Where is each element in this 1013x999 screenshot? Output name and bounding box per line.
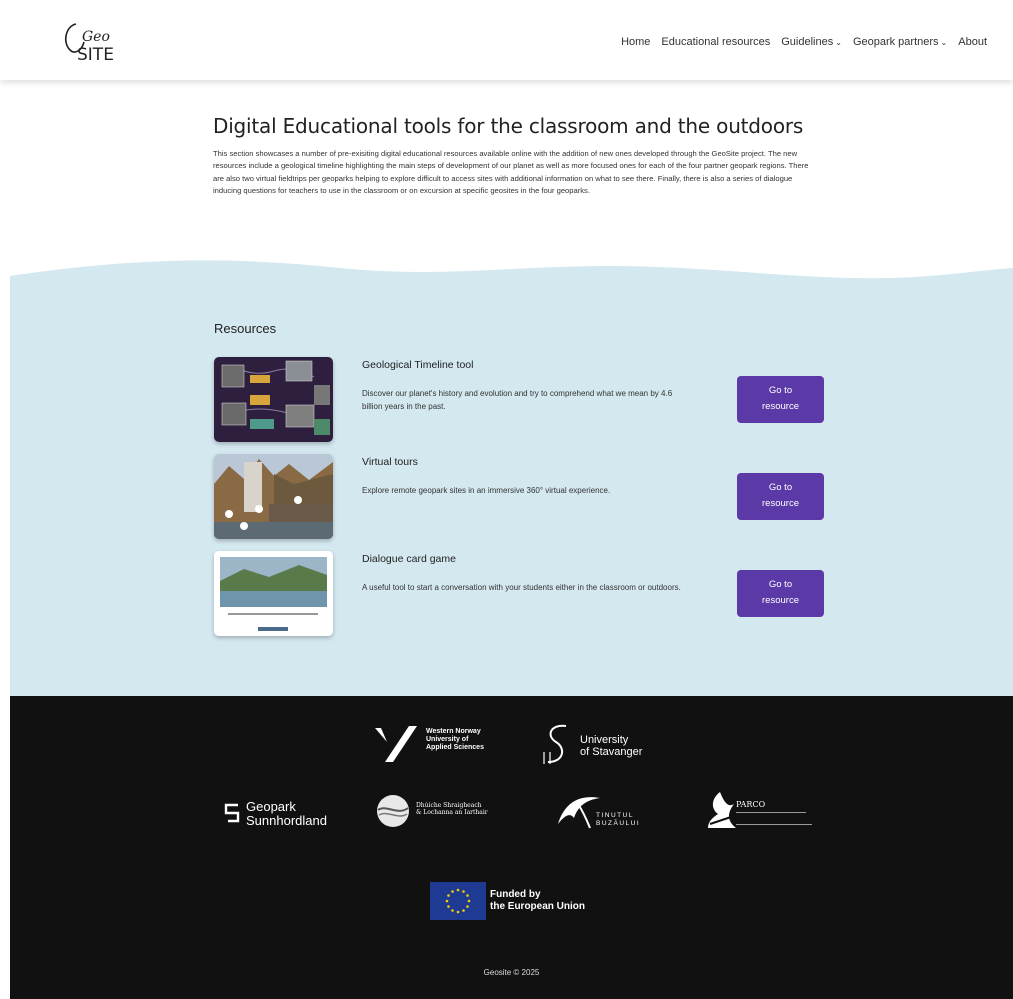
donegal-line: Dhúiche Shraigheach bbox=[416, 802, 482, 809]
nav-item-label: Geopark partners bbox=[852, 36, 939, 48]
hvl-line: University of bbox=[426, 736, 469, 743]
nav-item-label: Educational resources bbox=[661, 36, 771, 48]
buzau-line: TINUTUL bbox=[596, 812, 634, 819]
parco-nazionale-logo[interactable]: PARCO bbox=[706, 790, 816, 834]
logo-site-text: SITE bbox=[77, 45, 114, 65]
sunnhordland-line: Geopark bbox=[246, 799, 296, 814]
hvl-mark-icon bbox=[375, 726, 417, 762]
virtual-tours-thumbnail[interactable] bbox=[214, 454, 333, 539]
site-footer: Western Norway University of Applied Sci… bbox=[10, 696, 1013, 999]
nav-item-educational-resources[interactable]: Educational resources bbox=[661, 36, 770, 48]
parco-divider bbox=[736, 824, 812, 825]
buzau-line: BUZĂULUI bbox=[596, 820, 641, 827]
resource-item-timeline: Geological Timeline tool Discover our pl… bbox=[214, 357, 824, 445]
uis-line: of Stavanger bbox=[580, 746, 643, 758]
uis-line: University bbox=[580, 734, 629, 746]
hvl-line: Applied Sciences bbox=[426, 744, 484, 751]
parco-mark-icon bbox=[708, 792, 736, 828]
donegal-line: & Lochanna an Iarthair bbox=[416, 809, 488, 816]
eu-line: the European Union bbox=[490, 901, 585, 912]
nav-item-label: Guidelines bbox=[781, 36, 834, 48]
go-to-resource-button[interactable]: Go to resource bbox=[737, 570, 824, 617]
nav-item-guidelines[interactable]: Guidelines ⌄ bbox=[781, 36, 842, 48]
nav-item-geopark-partners[interactable]: Geopark partners ⌄ bbox=[853, 36, 947, 48]
geopark-sunnhordland-logo[interactable]: Geopark Sunnhordland bbox=[222, 798, 352, 830]
eu-funding-logo[interactable]: Funded by the European Union bbox=[430, 882, 610, 922]
donegal-mark-icon bbox=[377, 795, 409, 827]
nav-item-label: About bbox=[958, 36, 987, 48]
tinutul-buzaului-logo[interactable]: TINUTUL BUZĂULUI bbox=[556, 790, 656, 834]
button-label: Go to resource bbox=[762, 482, 799, 509]
chevron-down-icon: ⌄ bbox=[835, 38, 842, 47]
resource-item-dialogue-cards: Dialogue card game A useful tool to star… bbox=[214, 551, 824, 639]
resource-description: A useful tool to start a conversation wi… bbox=[362, 583, 681, 592]
hvl-line: Western Norway bbox=[426, 728, 481, 735]
uis-mark-icon bbox=[543, 724, 567, 764]
go-to-resource-button[interactable]: Go to resource bbox=[737, 376, 824, 423]
page-title: Digital Educational tools for the classr… bbox=[213, 114, 804, 138]
copyright-text: Geosite © 2025 bbox=[483, 968, 540, 977]
eu-line: Funded by bbox=[490, 889, 541, 900]
resource-title: Virtual tours bbox=[362, 456, 418, 468]
nav-item-label: Home bbox=[621, 36, 651, 48]
button-label: Go to resource bbox=[762, 385, 799, 412]
geosite-logo[interactable]: Geo SITE bbox=[60, 16, 140, 66]
resource-description: Discover our planet's history and evolut… bbox=[362, 389, 673, 411]
go-to-resource-button[interactable]: Go to resource bbox=[737, 473, 824, 520]
intro-section: Digital Educational tools for the classr… bbox=[213, 114, 813, 197]
uis-logo[interactable]: University of Stavanger bbox=[540, 722, 660, 766]
parco-text: PARCO bbox=[736, 800, 766, 809]
timeline-thumbnail[interactable] bbox=[214, 357, 333, 442]
nav-item-about[interactable]: About bbox=[958, 36, 987, 48]
sunnhordland-mark-icon bbox=[224, 803, 240, 823]
resource-title: Dialogue card game bbox=[362, 553, 456, 565]
hvl-logo[interactable]: Western Norway University of Applied Sci… bbox=[373, 724, 513, 764]
sunnhordland-line: Sunnhordland bbox=[246, 813, 327, 828]
donegal-geopark-logo[interactable]: Dhúiche Shraigheach & Lochanna an Iartha… bbox=[376, 792, 506, 830]
intro-paragraph: This section showcases a number of pre-e… bbox=[213, 149, 809, 195]
dialogue-card-thumbnail[interactable] bbox=[214, 551, 333, 636]
resources-heading: Resources bbox=[214, 321, 277, 336]
chevron-down-icon: ⌄ bbox=[940, 38, 948, 47]
site-header: Geo SITE Home Educational resources Guidel… bbox=[0, 0, 1013, 80]
resource-description: Explore remote geopark sites in an immer… bbox=[362, 486, 611, 495]
nav-item-home[interactable]: Home bbox=[621, 36, 650, 48]
resource-title: Geological Timeline tool bbox=[362, 359, 474, 371]
button-label: Go to resource bbox=[762, 579, 799, 606]
parco-divider bbox=[736, 812, 806, 813]
logo-geo-text: Geo bbox=[82, 29, 110, 45]
main-nav: Home Educational resources Guidelines ⌄ Geop… bbox=[621, 36, 987, 48]
eu-flag-icon bbox=[430, 882, 486, 920]
resource-item-virtual-tours: Virtual tours Explore remote geopark sit… bbox=[214, 454, 824, 542]
